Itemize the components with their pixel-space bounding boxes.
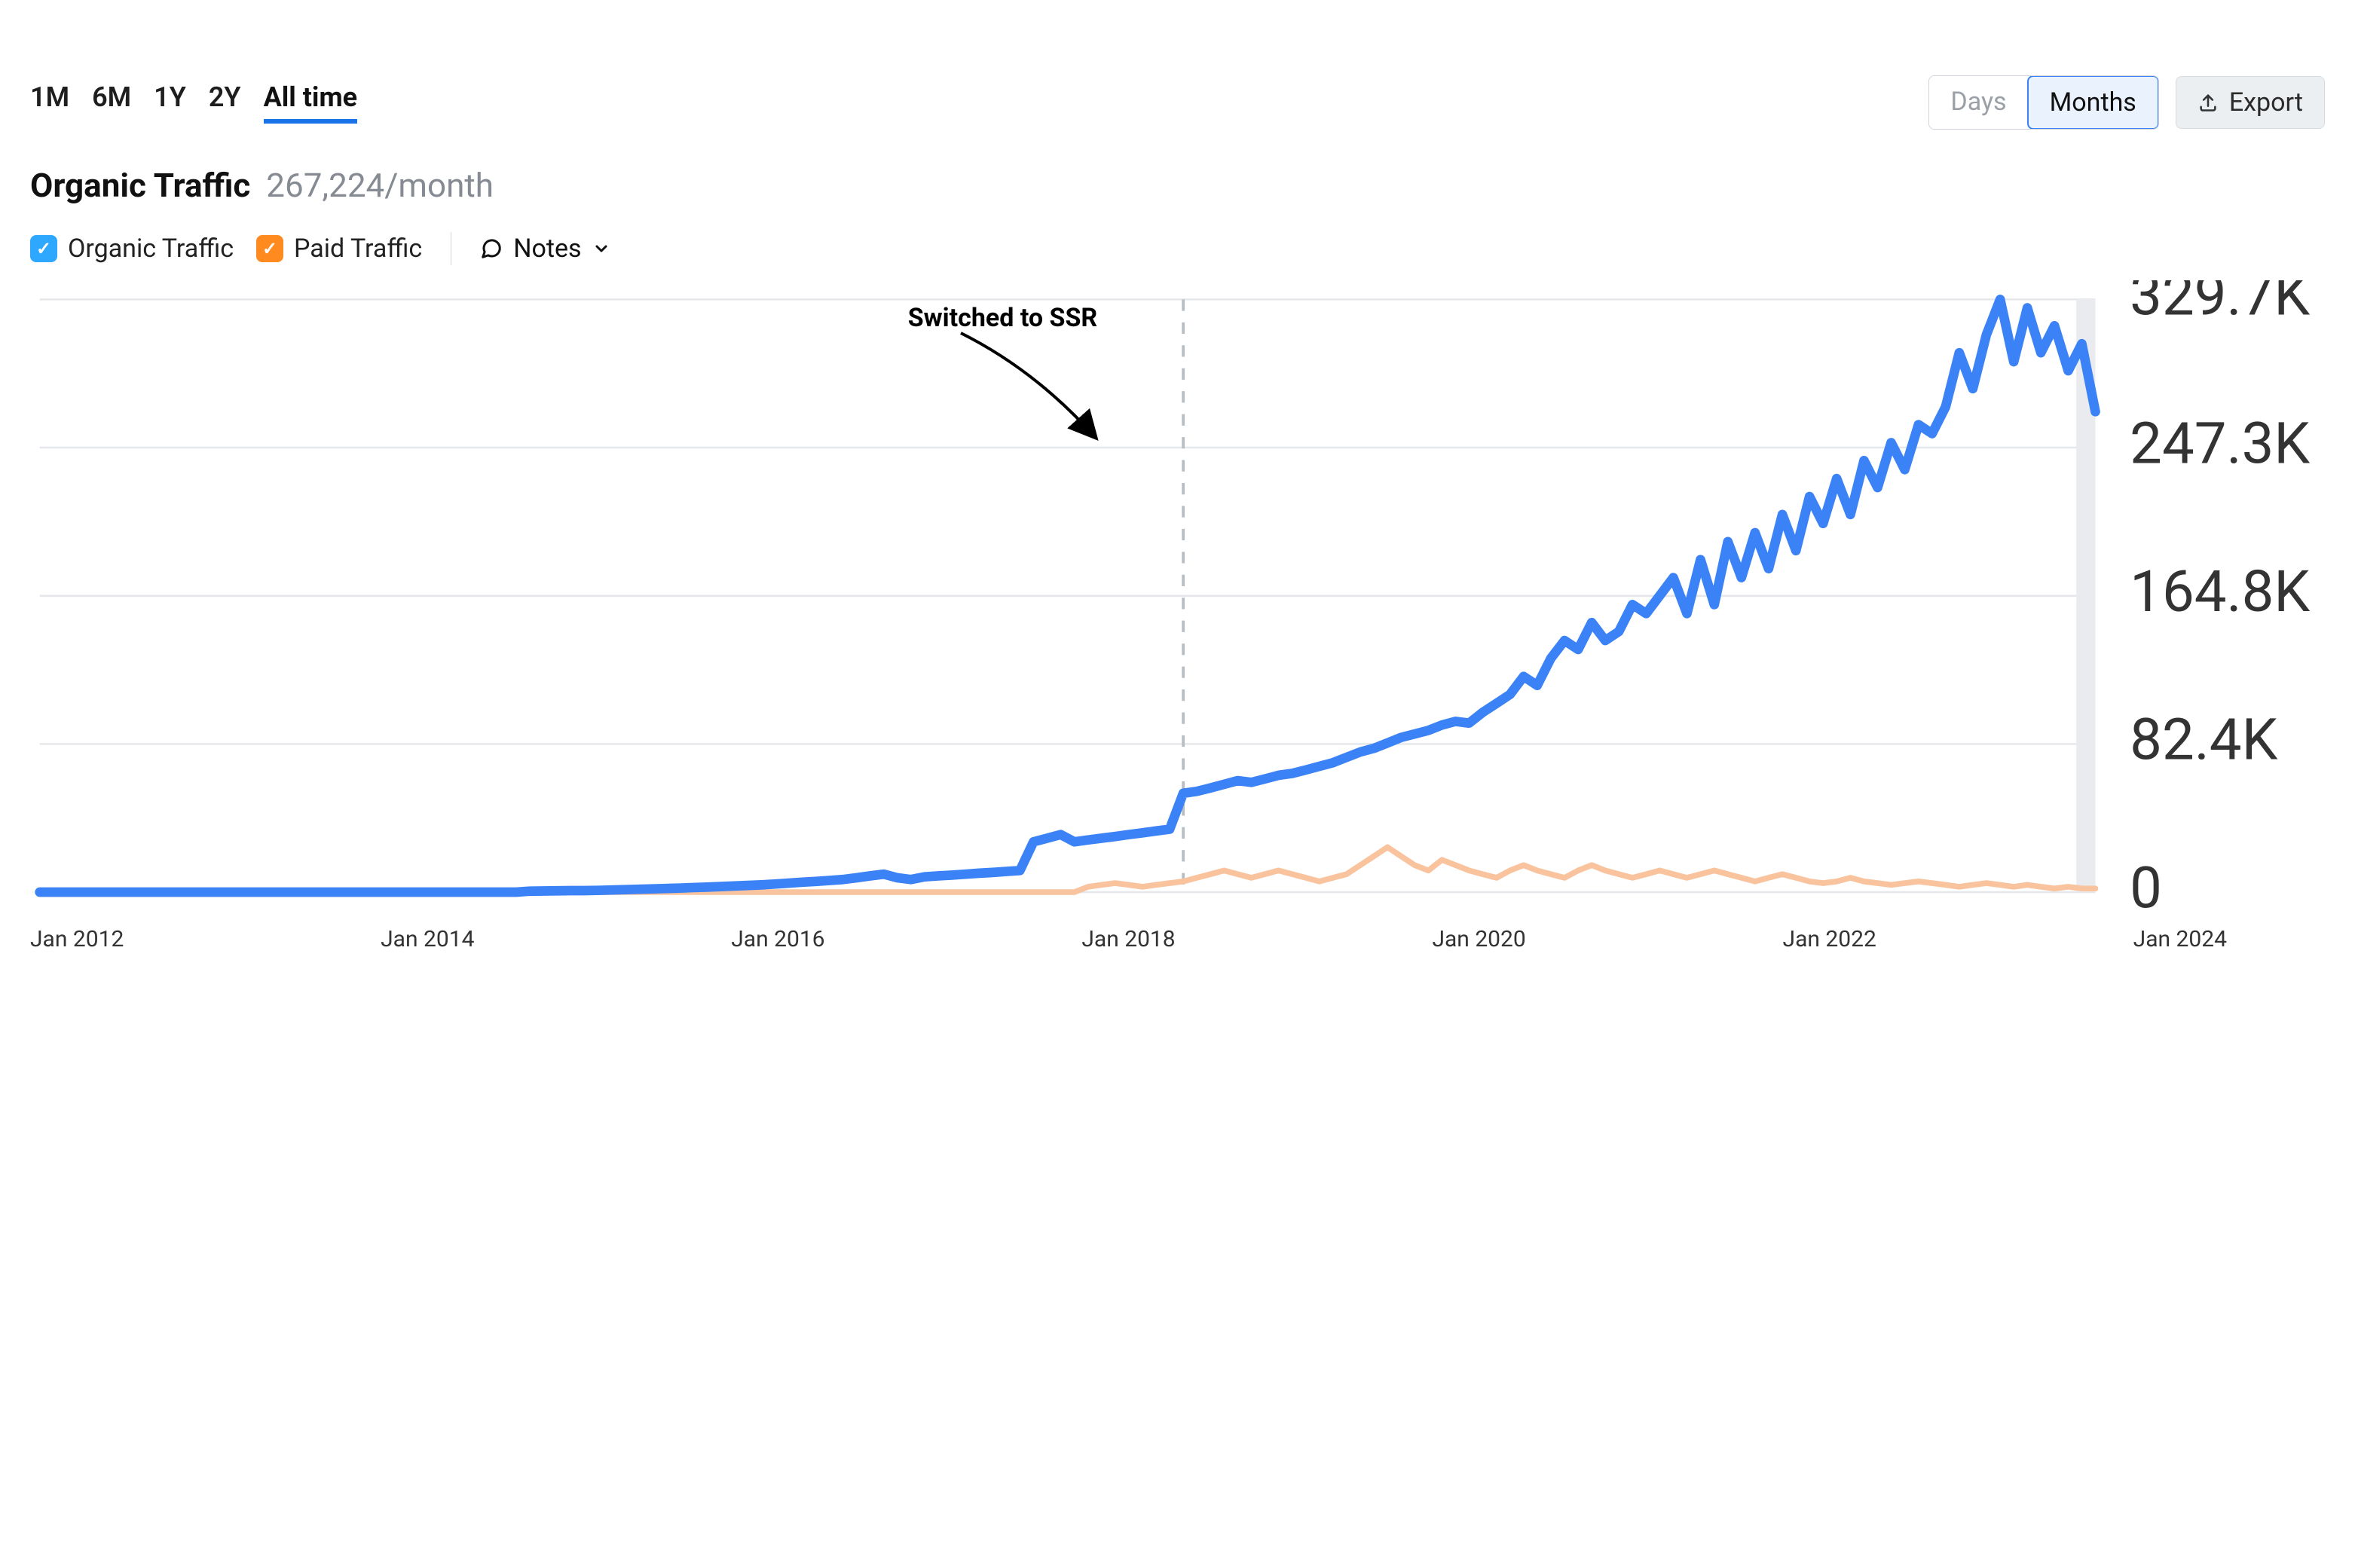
x-tick-label: Jan 2016 bbox=[731, 926, 824, 952]
chart-value: 267,224/month bbox=[266, 166, 494, 205]
x-tick-label: Jan 2012 bbox=[30, 926, 124, 952]
range-tab-6m[interactable]: 6M bbox=[92, 81, 131, 124]
range-tab-all-time[interactable]: All time bbox=[264, 81, 358, 124]
svg-text:0: 0 bbox=[2130, 854, 2162, 911]
annotation-switched-to-ssr: Switched to SSR bbox=[908, 303, 1097, 333]
legend-organic-label: Organic Traffic bbox=[68, 234, 234, 264]
x-tick-label: Jan 2020 bbox=[1432, 926, 1525, 952]
arrow-icon bbox=[953, 326, 1119, 454]
notes-label: Notes bbox=[513, 234, 581, 264]
legend-paid[interactable]: ✓ Paid Traffic bbox=[256, 234, 422, 264]
time-range-tabs: 1M 6M 1Y 2Y All time bbox=[30, 81, 357, 124]
upload-icon bbox=[2197, 92, 2219, 113]
svg-text:329.7K: 329.7K bbox=[2130, 280, 2310, 329]
range-tab-2y[interactable]: 2Y bbox=[209, 81, 241, 124]
chevron-down-icon bbox=[592, 240, 610, 258]
chart-heading: Organic Traffic 267,224/month bbox=[30, 166, 2325, 205]
legend-row: ✓ Organic Traffic ✓ Paid Traffic Notes bbox=[30, 232, 2325, 265]
x-tick-label: Jan 2022 bbox=[1783, 926, 1876, 952]
x-axis-labels: Jan 2012 Jan 2014 Jan 2016 Jan 2018 Jan 2020… bbox=[30, 926, 2325, 952]
legend-organic[interactable]: ✓ Organic Traffic bbox=[30, 234, 234, 264]
notes-button[interactable]: Notes bbox=[480, 234, 610, 264]
svg-text:82.4K: 82.4K bbox=[2130, 706, 2277, 774]
legend-paid-label: Paid Traffic bbox=[294, 234, 422, 264]
x-tick-label: Jan 2014 bbox=[381, 926, 474, 952]
granularity-days[interactable]: Days bbox=[1929, 76, 2027, 129]
checkbox-icon: ✓ bbox=[30, 235, 57, 262]
x-tick-label: Jan 2024 bbox=[2133, 926, 2227, 952]
right-controls: Days Months Export bbox=[1928, 75, 2325, 130]
checkbox-icon: ✓ bbox=[256, 235, 283, 262]
x-tick-label: Jan 2018 bbox=[1081, 926, 1175, 952]
svg-text:247.3K: 247.3K bbox=[2130, 409, 2310, 477]
note-icon bbox=[480, 237, 503, 260]
svg-text:164.8K: 164.8K bbox=[2130, 558, 2310, 625]
range-tab-1m[interactable]: 1M bbox=[30, 81, 69, 124]
export-label: Export bbox=[2229, 87, 2303, 118]
chart-title: Organic Traffic bbox=[30, 166, 250, 205]
export-button[interactable]: Export bbox=[2176, 76, 2325, 129]
chart-area: 329.7K 247.3K 164.8K 82.4K 0 Switched to SSR bbox=[30, 280, 2325, 911]
traffic-chart[interactable]: 329.7K 247.3K 164.8K 82.4K 0 bbox=[30, 280, 2325, 911]
granularity-toggle: Days Months bbox=[1928, 75, 2158, 130]
range-tab-1y[interactable]: 1Y bbox=[154, 81, 186, 124]
granularity-months[interactable]: Months bbox=[2027, 75, 2159, 130]
top-toolbar: 1M 6M 1Y 2Y All time Days Months Export bbox=[30, 75, 2325, 130]
